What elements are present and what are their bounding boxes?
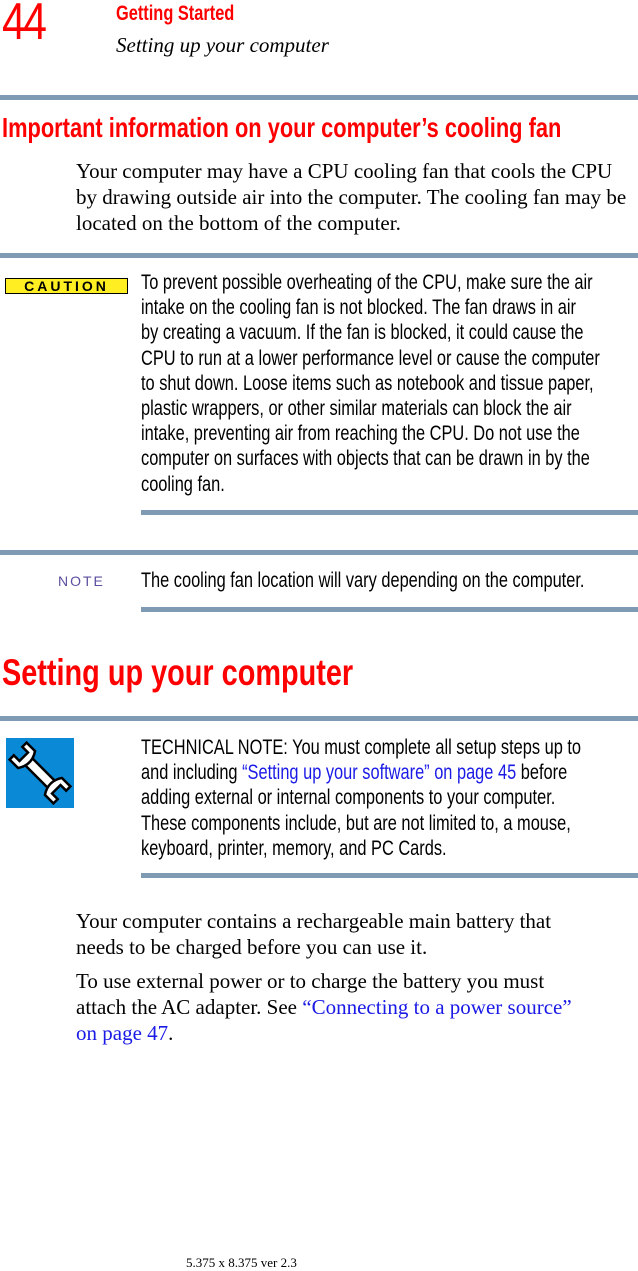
page-footer: 5.375 x 8.375 ver 2.3 (186, 1255, 297, 1270)
cooling-fan-heading: Important information on your computer’s… (2, 112, 562, 143)
section-subtitle: Setting up your computer (116, 33, 329, 57)
caution-top-divider (0, 253, 638, 258)
caution-line: To prevent possible overheating of the C… (141, 271, 593, 294)
power-paragraph-line: attach the AC adapter. See “Connecting t… (76, 994, 638, 1020)
battery-paragraph: Your computer contains a rechargeable ma… (76, 908, 638, 960)
technical-note-text-segment: and including (141, 761, 243, 785)
caution-line: cooling fan. (141, 472, 225, 496)
caution-line: intake on the cooling fan is not blocked… (141, 296, 576, 320)
caution-text: To prevent possible overheating of the C… (141, 270, 600, 497)
caution-line: CPU to run at a lower performance level … (141, 346, 600, 370)
technical-note-bottom-divider (141, 873, 638, 878)
technical-note-line: adding external or internal components t… (141, 786, 556, 810)
note-text: The cooling fan location will vary depen… (141, 569, 585, 592)
technical-note-text: TECHNICAL NOTE: You must complete all se… (141, 735, 581, 861)
power-paragraph-text-segment: attach the AC adapter. See (76, 995, 303, 1019)
setting-up-software-link[interactable]: “Setting up your software” on page 45 (242, 761, 516, 784)
caution-line: by creating a vacuum. If the fan is bloc… (141, 321, 584, 345)
caution-badge: CAUTION (5, 278, 128, 294)
power-paragraph-line: on page 47. (76, 1020, 638, 1046)
battery-paragraph-line: Your computer contains a rechargeable ma… (76, 909, 552, 933)
power-paragraph: To use external power or to charge the b… (76, 968, 638, 1046)
header-divider (0, 95, 638, 100)
power-paragraph-line: To use external power or to charge the b… (76, 969, 545, 993)
technical-note-text-segment: before (516, 761, 568, 785)
power-paragraph-text-segment: . (168, 1021, 174, 1045)
caution-line: computer on surfaces with objects that c… (141, 447, 590, 471)
caution-line: to shut down. Loose items such as notebo… (141, 371, 594, 395)
caution-line: intake, preventing air from reaching the… (141, 422, 580, 446)
caution-bottom-divider (141, 510, 638, 515)
page-47-link[interactable]: on page 47 (76, 1021, 168, 1045)
technical-note-line: TECHNICAL NOTE: You must complete all se… (141, 736, 582, 759)
technical-note-line: keyboard, printer, memory, and PC Cards. (141, 836, 447, 860)
wrench-icon (6, 738, 74, 808)
caution-line: plastic wrappers, or other similar mater… (141, 397, 572, 421)
note-label: NOTE (58, 573, 105, 589)
connecting-power-source-link[interactable]: “Connecting to a power source” (302, 995, 571, 1019)
technical-note-top-divider (0, 716, 638, 721)
note-top-divider (0, 550, 638, 555)
setting-up-heading: Setting up your computer (2, 652, 354, 693)
chapter-title: Getting Started (116, 2, 235, 25)
technical-note-line: and including “Setting up your software”… (141, 760, 581, 785)
battery-paragraph-line: needs to be charged before you can use i… (76, 935, 428, 959)
cooling-fan-paragraph: Your computer may have a CPU cooling fan… (76, 159, 627, 235)
note-bottom-divider (141, 607, 638, 612)
technical-note-line: These components include, but are not li… (141, 811, 571, 835)
page-number: 44 (2, 0, 47, 51)
